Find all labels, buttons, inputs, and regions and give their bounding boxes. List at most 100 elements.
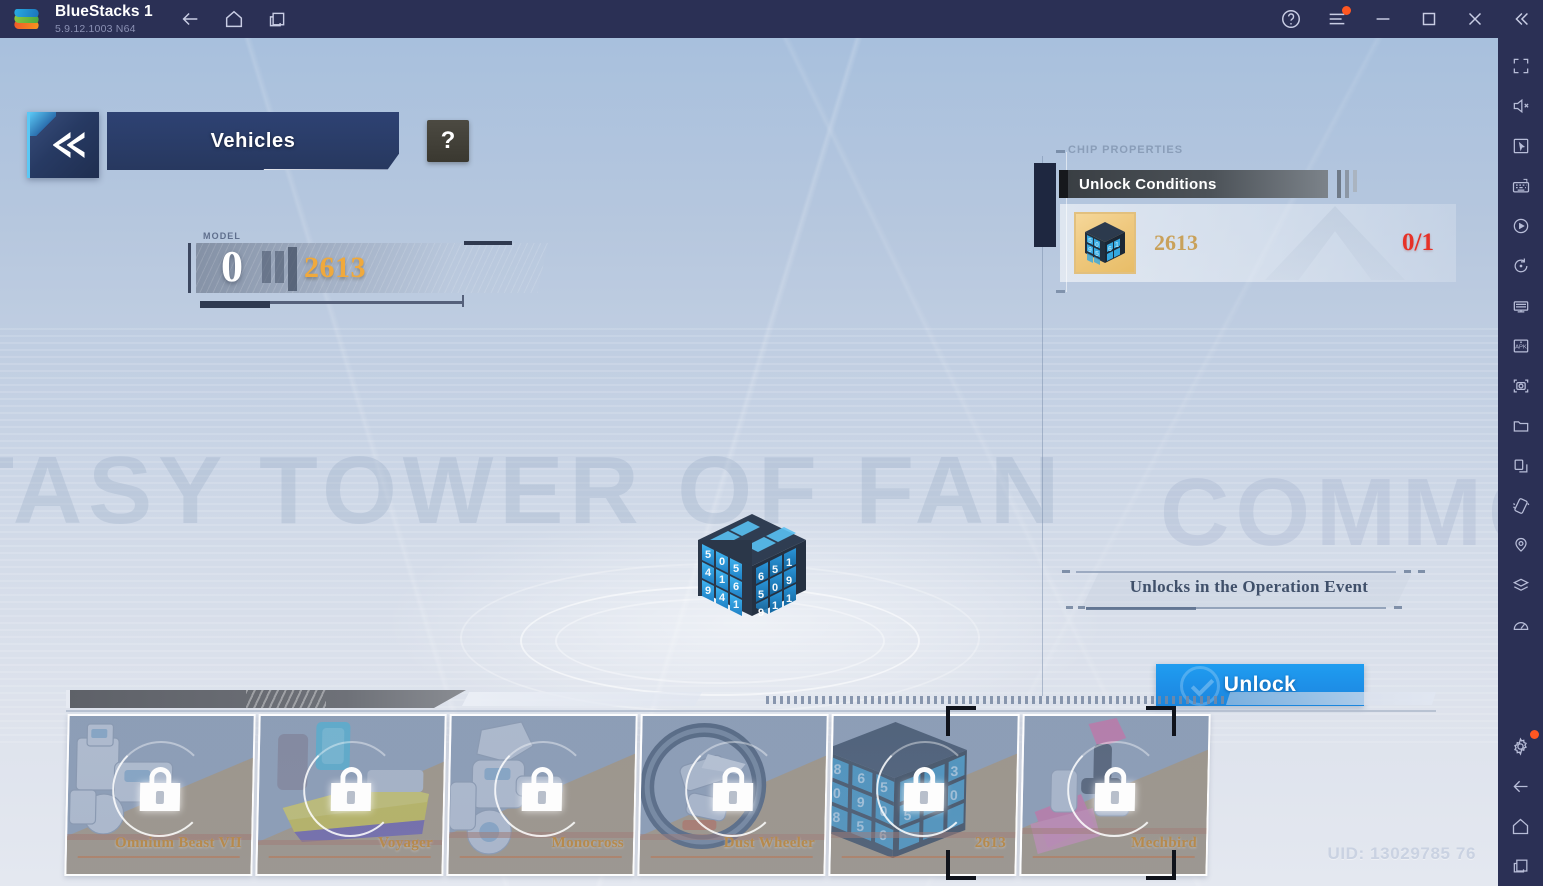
menu-notification-badge bbox=[1342, 6, 1351, 15]
svg-text:1: 1 bbox=[1115, 242, 1119, 249]
home-icon[interactable] bbox=[221, 6, 247, 32]
svg-text:1: 1 bbox=[786, 557, 792, 569]
vehicle-card[interactable]: Mechbird bbox=[1019, 714, 1211, 876]
vehicle-card[interactable]: Dust Wheeler bbox=[637, 714, 829, 876]
svg-text:5: 5 bbox=[772, 564, 778, 576]
lock-icon bbox=[903, 766, 945, 811]
page-title: Vehicles bbox=[107, 112, 399, 170]
model-info-block: MODEL 0 2613 bbox=[188, 231, 548, 309]
keymapping-icon[interactable] bbox=[1501, 166, 1541, 206]
uid-label: UID: 13029785 76 bbox=[1327, 844, 1476, 863]
recents-icon[interactable] bbox=[1501, 846, 1541, 886]
app-name: BlueStacks 1 bbox=[55, 3, 153, 20]
svg-text:1: 1 bbox=[719, 574, 725, 586]
shake-icon[interactable] bbox=[1501, 486, 1541, 526]
vehicle-card[interactable]: Omnium Beast VII bbox=[64, 714, 256, 876]
cube-icon: 50 95 61 bbox=[1074, 212, 1136, 274]
unlock-requirement-name: 2613 bbox=[1154, 230, 1198, 255]
back-button[interactable] bbox=[27, 112, 99, 178]
svg-text:1: 1 bbox=[772, 600, 778, 612]
back-icon[interactable] bbox=[1501, 766, 1541, 806]
minimize-icon[interactable] bbox=[1371, 7, 1395, 31]
panel-accent-block bbox=[1034, 163, 1056, 247]
game-viewport[interactable]: NTASY TOWER OF FAN bbox=[0, 38, 1498, 886]
svg-text:5: 5 bbox=[1095, 251, 1099, 258]
svg-text:5: 5 bbox=[1088, 238, 1092, 245]
media-folder-icon[interactable] bbox=[1501, 406, 1541, 446]
performance-icon[interactable] bbox=[1501, 606, 1541, 646]
settings-notification-badge bbox=[1529, 730, 1539, 739]
vehicle-card-name: 2613 bbox=[974, 835, 1007, 851]
bluestacks-sidebar: APK bbox=[1498, 38, 1543, 886]
settings-icon[interactable] bbox=[1501, 726, 1541, 766]
svg-text:9: 9 bbox=[705, 585, 711, 597]
svg-text:1: 1 bbox=[733, 599, 739, 611]
model-dash bbox=[464, 241, 512, 245]
back-icon[interactable] bbox=[177, 6, 203, 32]
help-button[interactable]: ? bbox=[427, 120, 469, 162]
model-bar bbox=[196, 243, 548, 293]
maximize-icon[interactable] bbox=[1417, 7, 1441, 31]
mute-icon[interactable] bbox=[1501, 86, 1541, 126]
lock-icon bbox=[139, 766, 181, 811]
unlock-conditions-header: Unlock Conditions bbox=[1059, 170, 1328, 198]
unlock-conditions-accent-bars bbox=[1337, 170, 1357, 198]
home-icon[interactable] bbox=[1501, 806, 1541, 846]
svg-text:6: 6 bbox=[758, 571, 764, 583]
model-rule-end bbox=[462, 295, 464, 307]
svg-text:6: 6 bbox=[733, 581, 739, 593]
vehicle-card-name: Omnium Beast VII bbox=[114, 835, 243, 851]
svg-text:4: 4 bbox=[705, 567, 712, 579]
dock-underline bbox=[66, 710, 1436, 712]
vehicle-card-name: Mechbird bbox=[1131, 835, 1198, 851]
help-button-label: ? bbox=[440, 127, 456, 154]
bluestacks-titlebar: BlueStacks 1 5.9.12.1003 N64 bbox=[0, 0, 1543, 38]
collapse-sidebar-icon[interactable] bbox=[1509, 7, 1533, 31]
layers-icon[interactable] bbox=[1501, 566, 1541, 606]
help-icon[interactable] bbox=[1279, 7, 1303, 31]
titlebar-window-controls bbox=[1279, 0, 1533, 38]
rotate-icon[interactable] bbox=[1501, 246, 1541, 286]
vehicle-card[interactable]: Monocross bbox=[446, 714, 638, 876]
vehicle-card-list: Omnium Beast VII Voyager Monocross Dust … bbox=[64, 714, 1211, 876]
vehicle-preview-cube: 505 416 941 651 5 0 9 9 1 1 bbox=[690, 510, 814, 622]
lock-icon bbox=[712, 766, 754, 811]
event-note-label: Unlocks in the Operation Event bbox=[1129, 577, 1369, 596]
location-icon[interactable] bbox=[1501, 526, 1541, 566]
svg-text:9: 9 bbox=[786, 575, 792, 587]
vehicle-card-selected[interactable]: 865 090 856 043 590 2613 bbox=[828, 714, 1020, 876]
chip-properties-title: CHIP PROPERTIES bbox=[1068, 144, 1184, 156]
install-apk-icon[interactable]: APK bbox=[1501, 326, 1541, 366]
panel-corner-tick-bottom bbox=[1056, 290, 1065, 293]
vehicle-card[interactable]: Voyager bbox=[255, 714, 447, 876]
lock-icon bbox=[1094, 766, 1136, 811]
multi-instance-manager-icon[interactable] bbox=[1501, 286, 1541, 326]
panel-logo-watermark bbox=[1265, 206, 1405, 280]
screenshot-icon[interactable] bbox=[1501, 366, 1541, 406]
close-icon[interactable] bbox=[1463, 7, 1487, 31]
model-label: MODEL bbox=[203, 231, 241, 241]
fullscreen-icon[interactable] bbox=[1501, 46, 1541, 86]
multi-instance-icon[interactable] bbox=[265, 6, 291, 32]
macro-icon[interactable] bbox=[1501, 206, 1541, 246]
svg-text:6: 6 bbox=[1108, 246, 1112, 253]
svg-text:4: 4 bbox=[719, 592, 726, 604]
app-version: 5.9.12.1003 N64 bbox=[55, 22, 136, 35]
unlock-requirement-row[interactable]: 50 95 61 2613 0/1 bbox=[1060, 204, 1456, 282]
vehicle-card-name: Voyager bbox=[377, 835, 434, 851]
event-note-bar: Unlocks in the Operation Event bbox=[1056, 569, 1442, 611]
lock-icon bbox=[330, 766, 372, 811]
model-left-tick bbox=[188, 243, 191, 293]
app-window: BlueStacks 1 5.9.12.1003 N64 ASY TOWER O… bbox=[0, 0, 1543, 886]
titlebar-nav-group bbox=[177, 6, 291, 32]
lock-icon bbox=[521, 766, 563, 811]
svg-text:5: 5 bbox=[758, 589, 764, 601]
vehicle-card-name: Dust Wheeler bbox=[723, 835, 816, 851]
pointer-icon[interactable] bbox=[1501, 126, 1541, 166]
svg-text:0: 0 bbox=[772, 582, 778, 594]
copy-to-instance-icon[interactable] bbox=[1501, 446, 1541, 486]
menu-icon[interactable] bbox=[1325, 6, 1351, 31]
panel-corner-tick-top bbox=[1056, 150, 1065, 153]
bluestacks-logo-icon bbox=[12, 5, 41, 33]
svg-text:APK: APK bbox=[1515, 345, 1527, 351]
